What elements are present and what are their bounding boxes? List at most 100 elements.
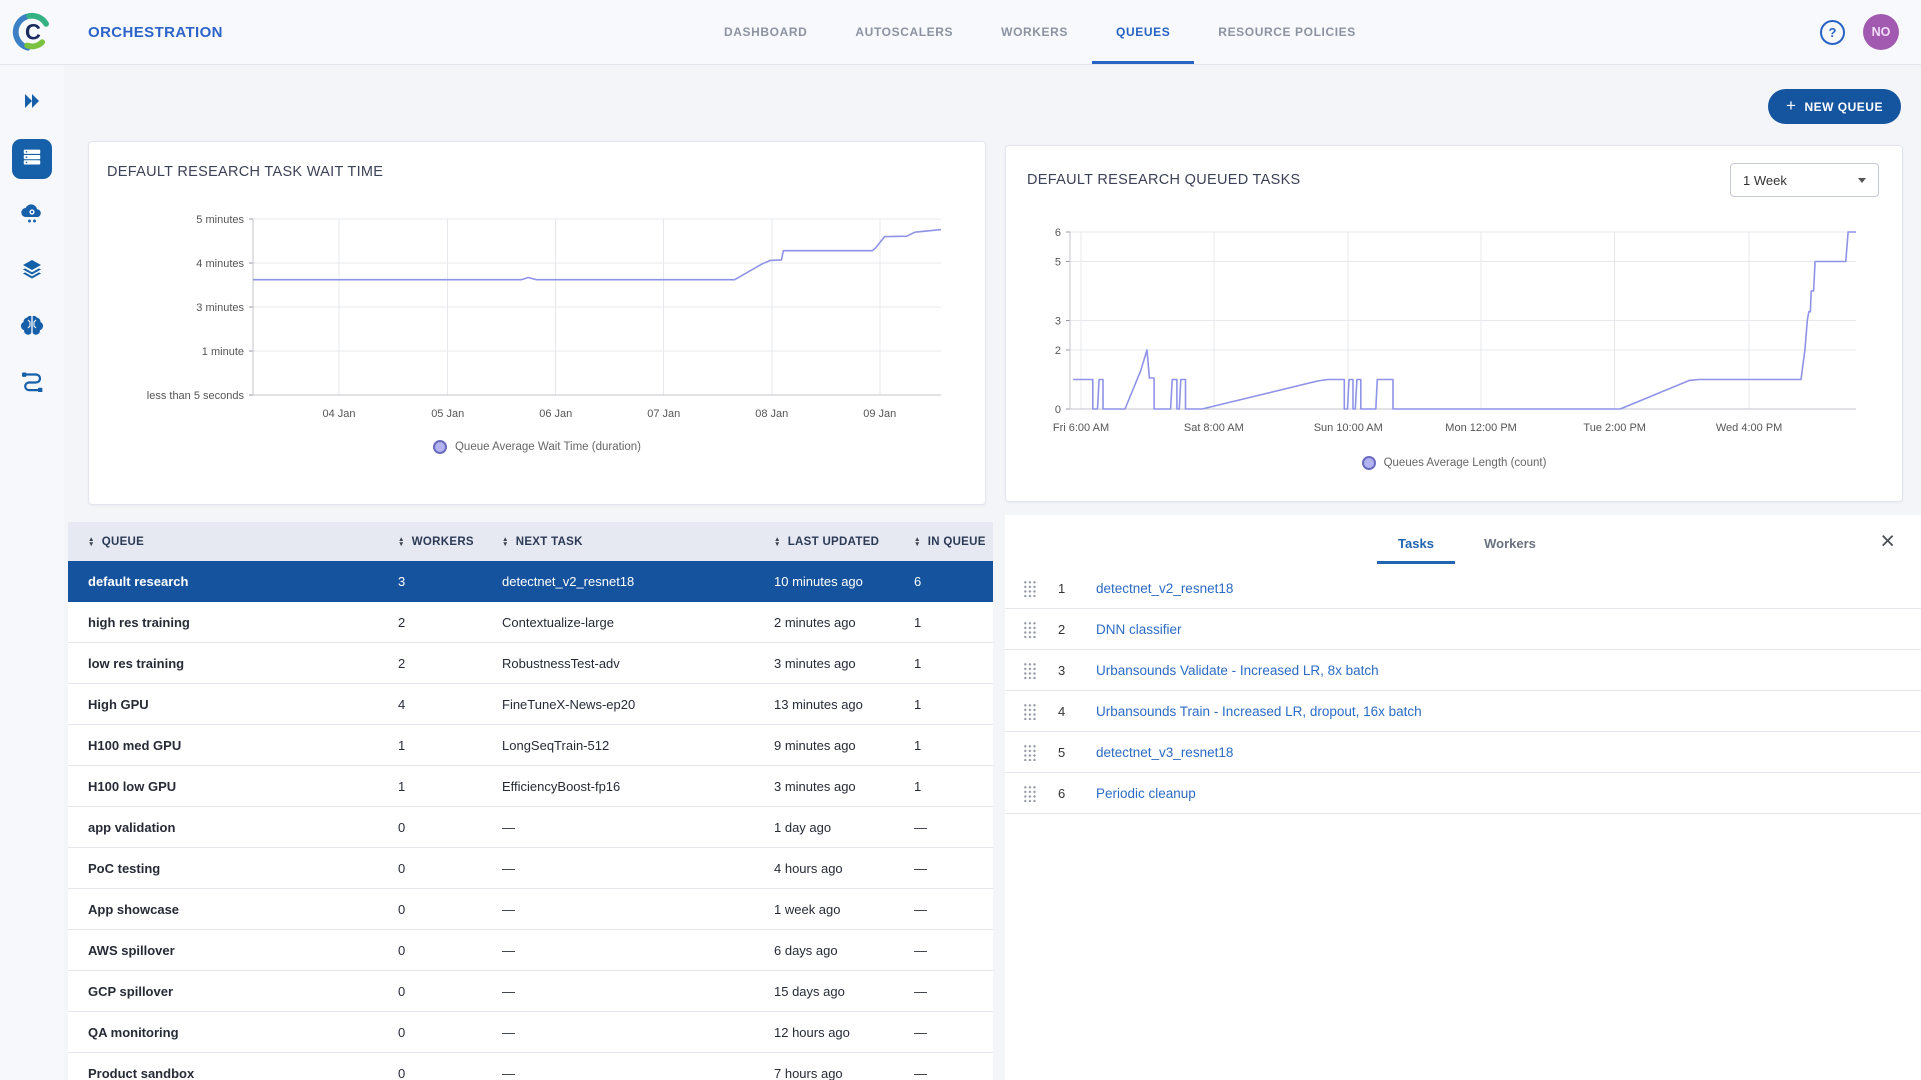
svg-text:Tue 2:00 PM: Tue 2:00 PM: [1583, 422, 1646, 434]
queue-details-panel: TasksWorkers × 1detectnet_v2_resnet182DN…: [1005, 515, 1921, 1080]
help-icon[interactable]: ?: [1820, 20, 1845, 45]
column-header-workers[interactable]: ▲▼WORKERS: [398, 536, 502, 548]
double-chevron-right-icon: [20, 89, 44, 118]
task-name-link[interactable]: Urbansounds Validate - Increased LR, 8x …: [1096, 663, 1379, 678]
column-header-next_task[interactable]: ▲▼NEXT TASK: [502, 536, 774, 548]
cell-in_queue: 1: [914, 779, 993, 794]
close-icon[interactable]: ×: [1880, 529, 1895, 554]
cell-queue: QA monitoring: [68, 1025, 398, 1040]
cell-next_task: —: [502, 1025, 774, 1040]
table-row[interactable]: app validation0—1 day ago—: [68, 807, 993, 848]
axis-tick-labels: 65320Fri 6:00 AMSat 8:00 AMSun 10:00 AMM…: [1053, 227, 1782, 434]
column-header-queue[interactable]: ▲▼QUEUE: [68, 536, 398, 548]
svg-text:Wed 4:00 PM: Wed 4:00 PM: [1716, 422, 1782, 434]
svg-text:06 Jan: 06 Jan: [539, 408, 572, 420]
clearml-logo-icon[interactable]: C: [9, 9, 55, 55]
cell-workers: 0: [398, 820, 502, 835]
cell-queue: Product sandbox: [68, 1066, 398, 1080]
table-row[interactable]: App showcase0—1 week ago—: [68, 889, 993, 930]
cell-in_queue: —: [914, 943, 993, 958]
drag-handle-icon[interactable]: [1023, 703, 1036, 720]
column-header-in_queue[interactable]: ▲▼IN QUEUE: [914, 536, 993, 548]
cell-next_task: LongSeqTrain-512: [502, 738, 774, 753]
drag-handle-icon[interactable]: [1023, 621, 1036, 638]
cell-queue: H100 low GPU: [68, 779, 398, 794]
grid-lines: [249, 219, 941, 395]
layers-icon: [20, 257, 44, 286]
tab-workers[interactable]: WORKERS: [977, 0, 1092, 64]
svg-text:Fri 6:00 AM: Fri 6:00 AM: [1053, 422, 1109, 434]
cell-last_updated: 2 minutes ago: [774, 615, 914, 630]
table-row[interactable]: default research3detectnet_v2_resnet1810…: [68, 561, 993, 602]
cell-workers: 2: [398, 615, 502, 630]
cell-next_task: detectnet_v2_resnet18: [502, 574, 774, 589]
svg-text:Sat 8:00 AM: Sat 8:00 AM: [1184, 422, 1244, 434]
sidebar-item-datasets[interactable]: [12, 251, 52, 291]
wait-time-chart: 5 minutes4 minutes3 minutes1 minuteless …: [89, 142, 985, 438]
tab-autoscalers[interactable]: AUTOSCALERS: [831, 0, 977, 64]
queued-tasks-legend: Queues Average Length (count): [1006, 456, 1902, 470]
drag-handle-icon[interactable]: [1023, 580, 1036, 597]
cell-in_queue: —: [914, 861, 993, 876]
list-item: 2DNN classifier: [1005, 609, 1921, 650]
sidebar-item-autoscalers[interactable]: [12, 195, 52, 235]
table-row[interactable]: low res training2RobustnessTest-adv3 min…: [68, 643, 993, 684]
cell-queue: default research: [68, 574, 398, 589]
logo-letter: C: [25, 20, 41, 45]
cell-next_task: —: [502, 943, 774, 958]
sort-desc-icon: ▼: [398, 542, 405, 547]
queues-table: ▲▼QUEUE▲▼WORKERS▲▼NEXT TASK▲▼LAST UPDATE…: [68, 522, 993, 1080]
axis-tick-labels: 5 minutes4 minutes3 minutes1 minuteless …: [147, 214, 897, 420]
sidebar-item-workers-queues[interactable]: [12, 139, 52, 179]
column-label: QUEUE: [102, 536, 144, 548]
tab-resource-policies[interactable]: RESOURCE POLICIES: [1194, 0, 1380, 64]
table-row[interactable]: AWS spillover0—6 days ago—: [68, 930, 993, 971]
header-tabs: DASHBOARDAUTOSCALERSWORKERSQUEUESRESOURC…: [700, 0, 1380, 64]
panel-tab-workers[interactable]: Workers: [1463, 527, 1557, 564]
task-name-link[interactable]: Urbansounds Train - Increased LR, dropou…: [1096, 704, 1422, 719]
tab-queues[interactable]: QUEUES: [1092, 0, 1194, 64]
table-row[interactable]: GCP spillover0—15 days ago—: [68, 971, 993, 1012]
panel-tab-tasks[interactable]: Tasks: [1369, 527, 1463, 564]
task-name-link[interactable]: DNN classifier: [1096, 622, 1182, 637]
table-row[interactable]: H100 med GPU1LongSeqTrain-5129 minutes a…: [68, 725, 993, 766]
cloud-gear-icon: [19, 201, 45, 230]
svg-text:3 minutes: 3 minutes: [196, 302, 244, 314]
legend-dot-icon: [433, 440, 447, 454]
grid-lines: [1066, 232, 1856, 409]
drag-handle-icon[interactable]: [1023, 662, 1036, 679]
table-row[interactable]: QA monitoring0—12 hours ago—: [68, 1012, 993, 1053]
avatar[interactable]: NO: [1863, 14, 1899, 50]
table-row[interactable]: High GPU4FineTuneX-News-ep2013 minutes a…: [68, 684, 993, 725]
svg-text:08 Jan: 08 Jan: [755, 408, 788, 420]
svg-text:07 Jan: 07 Jan: [647, 408, 680, 420]
new-queue-button[interactable]: + NEW QUEUE: [1768, 89, 1901, 124]
tab-dashboard[interactable]: DASHBOARD: [700, 0, 831, 64]
sidebar-item-expand[interactable]: [12, 83, 52, 123]
column-header-last_updated[interactable]: ▲▼LAST UPDATED: [774, 536, 914, 548]
svg-text:4 minutes: 4 minutes: [196, 258, 244, 270]
logo-arcs: C: [9, 9, 55, 55]
queues-table-header: ▲▼QUEUE▲▼WORKERS▲▼NEXT TASK▲▼LAST UPDATE…: [68, 522, 993, 561]
task-number: 6: [1058, 786, 1084, 801]
sidebar-item-models[interactable]: [12, 307, 52, 347]
table-row[interactable]: high res training2Contextualize-large2 m…: [68, 602, 993, 643]
drag-handle-icon[interactable]: [1023, 785, 1036, 802]
queued-tasks-legend-label: Queues Average Length (count): [1384, 457, 1547, 469]
sort-desc-icon: ▼: [88, 542, 95, 547]
cell-in_queue: 6: [914, 574, 993, 589]
drag-handle-icon[interactable]: [1023, 744, 1036, 761]
plus-icon: +: [1786, 96, 1796, 116]
table-row[interactable]: PoC testing0—4 hours ago—: [68, 848, 993, 889]
svg-text:5 minutes: 5 minutes: [196, 214, 244, 226]
sidebar-item-pipelines[interactable]: [12, 363, 52, 403]
task-name-link[interactable]: detectnet_v2_resnet18: [1096, 581, 1233, 596]
task-name-link[interactable]: detectnet_v3_resnet18: [1096, 745, 1233, 760]
cell-in_queue: —: [914, 1066, 993, 1080]
task-name-link[interactable]: Periodic cleanup: [1096, 786, 1196, 801]
table-row[interactable]: Product sandbox0—7 hours ago—: [68, 1053, 993, 1080]
cell-in_queue: —: [914, 984, 993, 999]
left-sidebar: [0, 64, 64, 1080]
list-item: 4Urbansounds Train - Increased LR, dropo…: [1005, 691, 1921, 732]
table-row[interactable]: H100 low GPU1EfficiencyBoost-fp163 minut…: [68, 766, 993, 807]
